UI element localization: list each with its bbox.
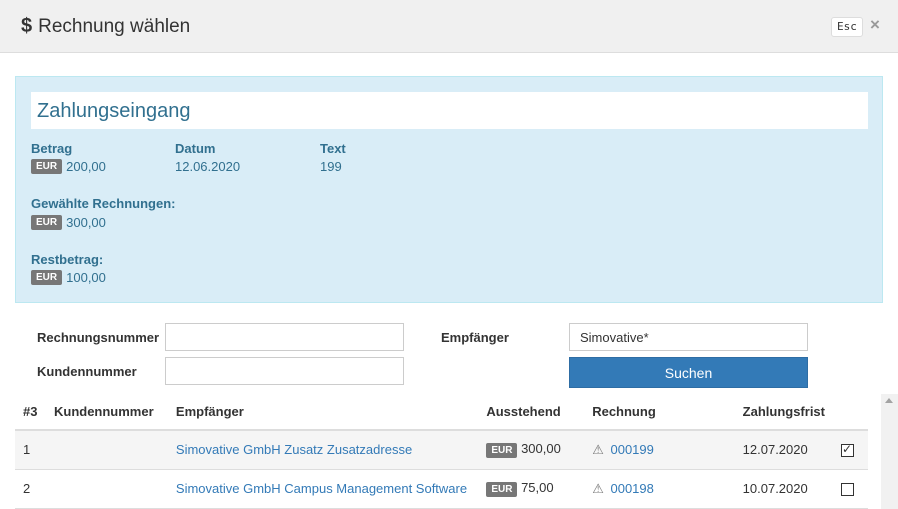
customer-number-label: Kundennummer xyxy=(37,364,137,379)
invoice-number-label: Rechnungsnummer xyxy=(37,330,160,345)
dollar-icon: $ xyxy=(21,15,33,37)
recipient-input[interactable] xyxy=(569,323,808,351)
row-recipient-link[interactable]: Simovative GmbH Zusatz Zusatzadresse xyxy=(176,442,412,457)
row-recipient-link[interactable]: Simovative GmbH Campus Management Softwa… xyxy=(176,481,467,496)
payment-panel: Zahlungseingang Betrag EUR 200,00 Datum … xyxy=(15,76,883,303)
row-invoice: ⚠ 000198 xyxy=(584,469,735,509)
rest-amount-label: Restbetrag: xyxy=(31,252,104,267)
row-outstanding-amount: 300,00 xyxy=(521,441,561,457)
modal-title-text: Rechnung wählen xyxy=(38,15,191,37)
esc-key-hint: Esc xyxy=(831,17,863,37)
selected-invoices-number: 300,00 xyxy=(66,215,106,230)
row-customer-number xyxy=(45,430,168,470)
column-header-recipient: Empfänger xyxy=(167,394,479,431)
row-index: 1 xyxy=(15,430,46,470)
row-select-checkbox[interactable] xyxy=(841,483,854,497)
close-icon[interactable]: × xyxy=(870,15,880,35)
table-row[interactable]: 1 Simovative GmbH Zusatz Zusatzadresse E… xyxy=(15,430,868,470)
selected-invoices-value: EUR 300,00 xyxy=(31,215,106,230)
scroll-up-arrow-icon[interactable] xyxy=(885,398,893,403)
modal-title: $ Rechnung wählen xyxy=(21,15,190,38)
currency-badge: EUR xyxy=(486,482,518,497)
warning-icon: ⚠ xyxy=(592,480,604,496)
recipient-label: Empfänger xyxy=(441,330,509,345)
search-button[interactable]: Suchen xyxy=(569,357,808,388)
row-outstanding: EUR 75,00 xyxy=(478,469,585,509)
row-invoice-link[interactable]: 000198 xyxy=(610,481,653,496)
table-row[interactable]: 2 Simovative GmbH Campus Management Soft… xyxy=(15,469,868,509)
currency-badge: EUR xyxy=(31,159,63,174)
customer-number-input[interactable] xyxy=(165,357,404,385)
currency-badge: EUR xyxy=(31,270,63,285)
column-header-invoice: Rechnung xyxy=(584,394,735,431)
panel-title: Zahlungseingang xyxy=(31,92,868,129)
date-value: 12.06.2020 xyxy=(175,159,241,174)
rest-amount-value: EUR 100,00 xyxy=(31,270,106,285)
invoice-table: #3 Kundennummer Empfänger Ausstehend Rec… xyxy=(15,394,868,509)
row-due-date: 10.07.2020 xyxy=(734,469,833,509)
row-due-date: 12.07.2020 xyxy=(734,430,833,470)
column-header-outstanding: Ausstehend xyxy=(478,394,585,431)
text-value: 199 xyxy=(320,159,342,174)
row-invoice-link[interactable]: 000199 xyxy=(610,442,653,457)
amount-number: 200,00 xyxy=(66,159,106,174)
column-header-due-date: Zahlungsfrist xyxy=(734,394,833,431)
text-label: Text xyxy=(320,141,346,156)
rest-amount-number: 100,00 xyxy=(66,270,106,285)
row-select-checkbox[interactable] xyxy=(841,442,854,458)
scrollbar[interactable] xyxy=(881,394,898,509)
row-index: 2 xyxy=(15,469,46,509)
currency-badge: EUR xyxy=(31,215,63,230)
currency-badge: EUR xyxy=(486,443,518,459)
amount-label: Betrag xyxy=(31,141,73,156)
warning-icon: ⚠ xyxy=(592,441,604,457)
row-outstanding-amount: 75,00 xyxy=(521,480,554,495)
column-header-index: #3 xyxy=(15,394,46,431)
date-label: Datum xyxy=(175,141,216,156)
modal-header: $ Rechnung wählen Esc × xyxy=(0,0,898,53)
row-invoice: ⚠ 000199 xyxy=(584,430,735,470)
column-header-customer-number: Kundennummer xyxy=(45,394,168,431)
selected-invoices-label: Gewählte Rechnungen: xyxy=(31,196,176,211)
invoice-number-input[interactable] xyxy=(165,323,404,351)
row-outstanding: EUR 300,00 xyxy=(478,430,585,470)
table-header-row: #3 Kundennummer Empfänger Ausstehend Rec… xyxy=(15,394,868,431)
column-header-select xyxy=(833,394,868,431)
row-customer-number xyxy=(45,469,168,509)
amount-value: EUR 200,00 xyxy=(31,159,106,174)
